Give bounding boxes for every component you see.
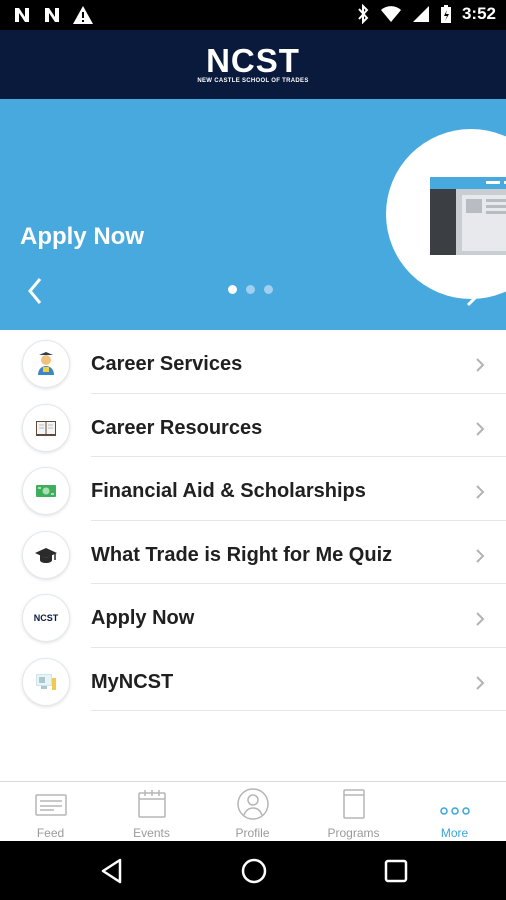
banner-title[interactable]: Apply Now <box>20 223 144 251</box>
graduate-icon <box>22 340 70 388</box>
ncst-logo-icon-text: NCST <box>33 613 59 623</box>
menu-item-label: MyNCST <box>91 670 174 693</box>
tab-label: More <box>440 826 469 840</box>
status-right-icons: 3:52 <box>356 4 496 24</box>
ncst-logo: NCST NEW CASTLE SCHOOL OF TRADES <box>188 42 318 85</box>
book-icon <box>22 403 70 452</box>
android-nav-bar <box>0 841 506 900</box>
promo-carousel[interactable]: Apply Now <box>0 99 506 330</box>
carousel-dot[interactable] <box>228 285 237 294</box>
chevron-right-icon <box>476 675 485 690</box>
more-icon <box>440 807 470 815</box>
battery-icon <box>440 5 451 23</box>
chevron-right-icon <box>476 421 485 436</box>
menu-item-label: Career Services <box>91 353 243 375</box>
wifi-icon <box>380 6 401 22</box>
more-menu-list: Career Services Career Resources Financi… <box>0 330 506 711</box>
profile-icon <box>237 788 269 820</box>
graduation-cap-icon <box>22 530 70 579</box>
tab-label: Feed <box>36 826 65 840</box>
status-bar: 3:52 <box>0 0 506 30</box>
signal-icon <box>412 6 429 22</box>
ncst-logo-icon: NCST <box>22 594 70 642</box>
browser-window-icon <box>430 177 506 255</box>
tab-label: Events <box>133 826 170 840</box>
carousel-prev-icon[interactable] <box>22 273 50 309</box>
document-icon <box>343 789 365 819</box>
chevron-right-icon <box>476 548 485 563</box>
logo-subtitle: NEW CASTLE SCHOOL OF TRADES <box>197 78 309 84</box>
notification-n-icon <box>15 8 29 22</box>
tab-label: Programs <box>327 826 380 840</box>
menu-item-label: What Trade is Right for Me Quiz <box>91 543 393 566</box>
bottom-tab-bar: Feed Events Profile Programs More <box>0 781 506 842</box>
tab-more[interactable]: More <box>404 782 505 842</box>
menu-item-apply-now[interactable]: NCST Apply Now <box>0 584 506 648</box>
app-header: NCST NEW CASTLE SCHOOL OF TRADES <box>0 30 506 99</box>
chevron-right-icon <box>476 612 485 626</box>
carousel-dot[interactable] <box>264 285 273 294</box>
menu-item-myncst[interactable]: MyNCST <box>0 648 506 711</box>
menu-item-financial-aid[interactable]: Financial Aid & Scholarships <box>0 457 506 521</box>
menu-item-label: Apply Now <box>91 607 195 629</box>
carousel-dots <box>228 285 273 294</box>
status-time: 3:52 <box>461 4 496 23</box>
recents-icon[interactable] <box>380 855 412 887</box>
feed-icon <box>35 794 67 816</box>
status-left-icons <box>12 5 94 25</box>
tab-events[interactable]: Events <box>101 782 202 842</box>
calendar-icon <box>138 790 166 818</box>
computer-icon <box>22 657 70 706</box>
tab-profile[interactable]: Profile <box>202 782 303 842</box>
back-icon[interactable] <box>96 855 128 887</box>
logo-text: NCST <box>206 42 300 79</box>
bluetooth-icon <box>358 4 369 24</box>
menu-item-career-resources[interactable]: Career Resources <box>0 394 506 457</box>
warning-icon <box>73 6 93 24</box>
notification-n-icon <box>45 8 59 22</box>
menu-item-trade-quiz[interactable]: What Trade is Right for Me Quiz <box>0 521 506 584</box>
carousel-next-icon[interactable] <box>462 287 482 307</box>
chevron-right-icon <box>476 358 485 372</box>
menu-item-label: Financial Aid & Scholarships <box>91 480 366 502</box>
home-icon[interactable] <box>238 855 270 887</box>
money-icon <box>22 467 70 515</box>
menu-item-career-services[interactable]: Career Services <box>0 330 506 394</box>
tab-label: Profile <box>235 826 270 840</box>
carousel-dot[interactable] <box>246 285 255 294</box>
menu-item-label: Career Resources <box>91 416 263 439</box>
tab-feed[interactable]: Feed <box>0 782 101 842</box>
tab-programs[interactable]: Programs <box>303 782 404 842</box>
chevron-right-icon <box>476 485 485 499</box>
divider <box>91 710 506 711</box>
